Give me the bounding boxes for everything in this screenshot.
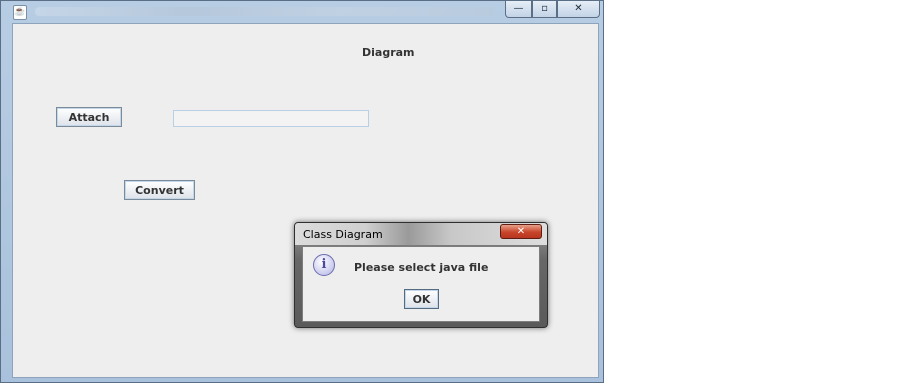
information-icon: i <box>313 254 335 276</box>
dialog-message: Please select java file <box>354 261 489 274</box>
window-title-blurred <box>35 7 495 16</box>
dialog-body: i Please select java file OK <box>302 246 540 322</box>
dialog-title: Class Diagram <box>303 228 383 241</box>
dialog-close-button[interactable]: ✕ <box>500 224 542 239</box>
dialog-titlebar[interactable]: Class Diagram ✕ <box>295 223 547 245</box>
maximize-button[interactable]: ▫ <box>532 1 557 18</box>
minimize-button[interactable]: — <box>505 1 532 18</box>
attach-button[interactable]: Attach <box>56 107 122 127</box>
class-diagram-dialog: Class Diagram ✕ i Please select java fil… <box>294 222 548 328</box>
file-path-field[interactable] <box>173 110 369 127</box>
close-window-button[interactable]: ✕ <box>557 1 600 18</box>
ok-button[interactable]: OK <box>404 289 439 309</box>
convert-button[interactable]: Convert <box>124 180 195 200</box>
panel-title: Diagram <box>362 46 415 59</box>
window-titlebar[interactable]: ☕ — ▫ ✕ <box>1 1 603 21</box>
java-app-icon: ☕ <box>13 5 27 20</box>
